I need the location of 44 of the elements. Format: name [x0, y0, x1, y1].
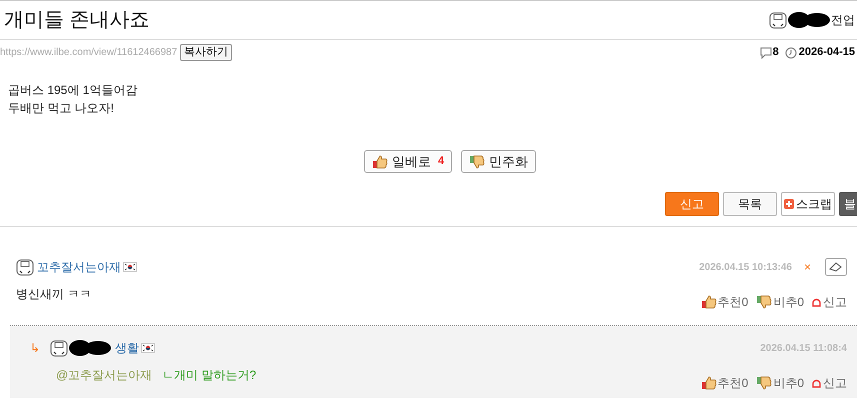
action-button[interactable]: 블 — [839, 192, 857, 216]
action-button[interactable]: 목록 — [723, 192, 777, 216]
plus-icon — [784, 199, 794, 209]
post-body-line: 곱버스 195에 1억들어감 — [8, 82, 138, 99]
redaction-mark — [787, 11, 831, 29]
thumbs-down-icon — [469, 154, 486, 168]
downvote-button[interactable]: 민주화 — [461, 150, 536, 173]
flag-icon — [123, 262, 137, 272]
comment-author[interactable]: 생활 — [115, 339, 139, 357]
redaction-mark — [68, 339, 112, 357]
level-badge-icon — [50, 340, 68, 356]
comment-count: 8 — [772, 45, 779, 60]
level-badge-icon — [16, 258, 34, 276]
flag-icon — [141, 343, 155, 353]
comment-icon — [760, 46, 772, 58]
report-link[interactable]: 신고 — [823, 293, 847, 311]
eraser-icon[interactable] — [825, 258, 847, 276]
post-date: 2026-04-15 — [798, 45, 855, 60]
reply-arrow-icon: ↳ — [30, 339, 40, 357]
upvote-button[interactable]: 일베로 4 — [364, 150, 452, 173]
oppose-link[interactable]: 비추0 — [773, 374, 804, 392]
comment-text: 병신새끼 ㅋㅋ — [16, 286, 92, 303]
comment-author[interactable]: 꼬추잘서는아재 — [37, 258, 121, 276]
thumbs-up-icon — [700, 376, 717, 390]
post-body-line: 두배만 먹고 나오자! — [8, 100, 116, 117]
comment-time: 2026.04.15 11:08:4 — [760, 342, 847, 356]
siren-icon — [812, 378, 821, 388]
post-title: 개미들 존내사죠 — [4, 8, 150, 33]
comment-time: 2026.04.15 10:13:46 — [699, 260, 792, 274]
thumbs-down-icon — [756, 295, 772, 309]
scrap-button[interactable]: 스크랩 — [781, 192, 835, 216]
thumbs-up-icon — [372, 154, 388, 168]
level-badge-icon — [769, 12, 787, 28]
comment-text: @꼬추잘서는아재 ㄴ개미 말하는거? — [56, 367, 256, 384]
oppose-link[interactable]: 비추0 — [773, 293, 804, 311]
thumbs-up-icon — [700, 295, 717, 309]
post-url: https://www.ilbe.com/view/11612466987 — [0, 46, 178, 60]
clock-icon — [784, 46, 797, 58]
recommend-link[interactable]: 추천0 — [718, 293, 748, 311]
thumbs-down-icon — [756, 376, 772, 390]
siren-icon — [812, 298, 821, 306]
recommend-link[interactable]: 추천0 — [718, 374, 748, 392]
report-link[interactable]: 신고 — [823, 374, 847, 392]
copy-button[interactable]: 복사하기 — [180, 44, 232, 61]
